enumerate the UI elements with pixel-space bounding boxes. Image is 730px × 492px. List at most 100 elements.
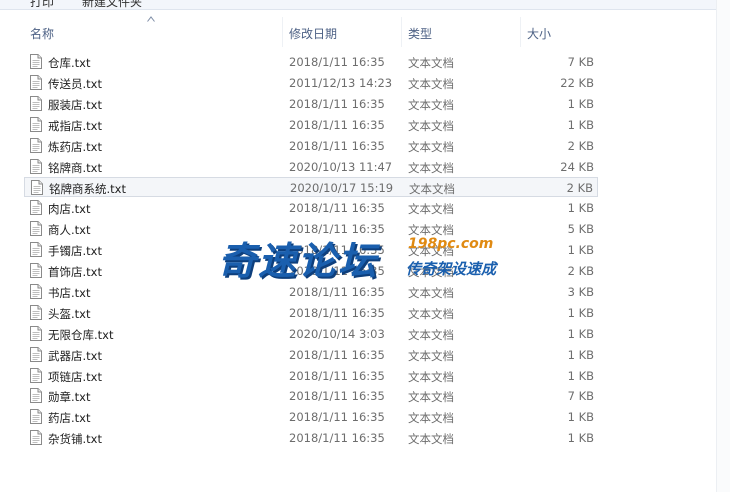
file-type: 文本文档 [408, 432, 454, 447]
text-file-icon [30, 283, 42, 299]
column-divider[interactable] [282, 17, 283, 47]
file-name: 头盔.txt [48, 306, 91, 321]
file-modified-date: 2018/1/11 16:35 [289, 222, 385, 237]
file-row[interactable]: 头盔.txt 2018/1/11 16:35 文本文档 1 KB [24, 303, 598, 323]
file-type: 文本文档 [408, 244, 454, 259]
file-type: 文本文档 [408, 285, 454, 300]
file-modified-date: 2018/1/11 16:35 [289, 284, 385, 299]
file-size: 1 KB [567, 117, 594, 132]
command-bar: 打印 新建文件夹 [0, 0, 730, 10]
file-size: 1 KB [567, 347, 594, 362]
new-folder-button[interactable]: 新建文件夹 [82, 0, 142, 9]
file-modified-date: 2018/1/11 16:35 [289, 243, 385, 258]
file-name: 无限仓库.txt [48, 327, 114, 342]
file-type: 文本文档 [408, 202, 454, 217]
file-size: 7 KB [567, 389, 594, 404]
text-file-icon [30, 74, 42, 90]
file-size: 7 KB [567, 55, 594, 69]
file-row[interactable]: 炼药店.txt 2018/1/11 16:35 文本文档 2 KB [24, 136, 598, 156]
column-header-name[interactable]: 名称 [30, 25, 54, 42]
file-row[interactable]: 肉店.txt 2018/1/11 16:35 文本文档 1 KB [24, 198, 598, 218]
file-name: 杂货铺.txt [48, 432, 102, 447]
text-file-icon [30, 263, 42, 278]
file-name: 戒指店.txt [48, 118, 102, 133]
file-modified-date: 2018/1/11 16:35 [289, 389, 385, 404]
file-name: 勋章.txt [48, 390, 91, 405]
text-file-icon [30, 242, 42, 258]
file-type: 文本文档 [408, 160, 454, 175]
column-divider[interactable] [520, 17, 521, 47]
print-button[interactable]: 打印 [30, 0, 54, 9]
text-file-icon [30, 367, 42, 383]
column-header-size[interactable]: 大小 [527, 25, 551, 42]
file-row[interactable]: 首饰店.txt 2018/1/11 16:35 文本文档 2 KB [24, 261, 598, 281]
text-file-icon [30, 200, 42, 216]
file-row[interactable]: 铭牌商系统.txt 2020/10/17 15:19 文本文档 2 KB [24, 177, 598, 198]
file-row[interactable]: 传送员.txt 2011/12/13 14:23 文本文档 22 KB [24, 73, 598, 93]
file-row[interactable]: 铭牌商.txt 2020/10/13 11:47 文本文档 24 KB [24, 157, 598, 177]
file-modified-date: 2018/1/11 16:35 [289, 305, 385, 320]
file-size: 1 KB [567, 201, 594, 216]
file-modified-date: 2020/10/17 15:19 [290, 181, 394, 196]
file-row[interactable]: 服装店.txt 2018/1/11 16:35 文本文档 1 KB [24, 94, 598, 114]
file-name: 首饰店.txt [48, 265, 102, 279]
file-type: 文本文档 [408, 56, 454, 70]
file-type: 文本文档 [408, 139, 454, 154]
file-size: 1 KB [567, 368, 594, 383]
text-file-icon [30, 54, 42, 69]
file-row[interactable]: 仓库.txt 2018/1/11 16:35 文本文档 7 KB [24, 52, 598, 72]
file-modified-date: 2020/10/13 11:47 [289, 159, 393, 174]
text-file-icon [30, 346, 42, 362]
file-name: 炼药店.txt [48, 139, 102, 154]
file-size: 2 KB [566, 181, 593, 196]
file-modified-date: 2018/1/11 16:35 [289, 264, 385, 278]
file-type: 文本文档 [408, 411, 454, 426]
column-divider[interactable] [401, 17, 402, 47]
file-name: 铭牌商系统.txt [49, 182, 126, 197]
file-size: 1 KB [567, 305, 594, 320]
file-row[interactable]: 武器店.txt 2018/1/11 16:35 文本文档 1 KB [24, 345, 598, 365]
file-type: 文本文档 [409, 182, 455, 197]
text-file-icon [30, 430, 42, 446]
file-modified-date: 2020/10/14 3:03 [289, 326, 385, 341]
text-file-icon [30, 158, 42, 174]
file-size: 5 KB [567, 222, 594, 237]
file-row[interactable]: 勋章.txt 2018/1/11 16:35 文本文档 7 KB [24, 386, 598, 406]
file-row[interactable]: 项链店.txt 2018/1/11 16:35 文本文档 1 KB [24, 366, 598, 386]
text-file-icon [30, 409, 42, 425]
file-name: 肉店.txt [48, 202, 91, 217]
file-size: 1 KB [567, 431, 594, 446]
file-modified-date: 2011/12/13 14:23 [289, 75, 393, 90]
file-type: 文本文档 [408, 390, 454, 405]
file-name: 手镯店.txt [48, 244, 102, 259]
file-name: 服装店.txt [48, 97, 102, 112]
file-type: 文本文档 [408, 306, 454, 321]
file-row[interactable]: 药店.txt 2018/1/11 16:35 文本文档 1 KB [24, 407, 598, 427]
text-file-icon [30, 116, 42, 132]
file-type: 文本文档 [408, 118, 454, 133]
file-modified-date: 2018/1/11 16:35 [289, 96, 385, 111]
file-type: 文本文档 [408, 97, 454, 112]
file-row[interactable]: 杂货铺.txt 2018/1/11 16:35 文本文档 1 KB [24, 428, 598, 448]
file-row[interactable]: 书店.txt 2018/1/11 16:35 文本文档 3 KB [24, 282, 598, 302]
file-size: 2 KB [567, 138, 594, 153]
file-modified-date: 2018/1/11 16:35 [289, 201, 385, 216]
column-header-date[interactable]: 修改日期 [289, 25, 337, 42]
file-row[interactable]: 商人.txt 2018/1/11 16:35 文本文档 5 KB [24, 219, 598, 239]
file-row[interactable]: 无限仓库.txt 2020/10/14 3:03 文本文档 1 KB [24, 324, 598, 344]
file-size: 3 KB [567, 284, 594, 299]
sort-ascending-icon [147, 16, 155, 22]
file-size: 22 KB [560, 75, 594, 90]
file-row[interactable]: 戒指店.txt 2018/1/11 16:35 文本文档 1 KB [24, 115, 598, 135]
file-modified-date: 2018/1/11 16:35 [289, 431, 385, 446]
text-file-icon [31, 180, 43, 196]
column-header-type[interactable]: 类型 [408, 25, 432, 42]
file-row[interactable]: 手镯店.txt 2018/1/11 16:35 文本文档 1 KB [24, 240, 598, 260]
file-size: 1 KB [567, 243, 594, 258]
file-name: 武器店.txt [48, 348, 102, 363]
file-modified-date: 2018/1/11 16:35 [289, 117, 385, 132]
file-size: 1 KB [567, 326, 594, 341]
window-edge [716, 0, 730, 492]
text-file-icon [30, 388, 42, 404]
file-modified-date: 2018/1/11 16:35 [289, 138, 385, 153]
